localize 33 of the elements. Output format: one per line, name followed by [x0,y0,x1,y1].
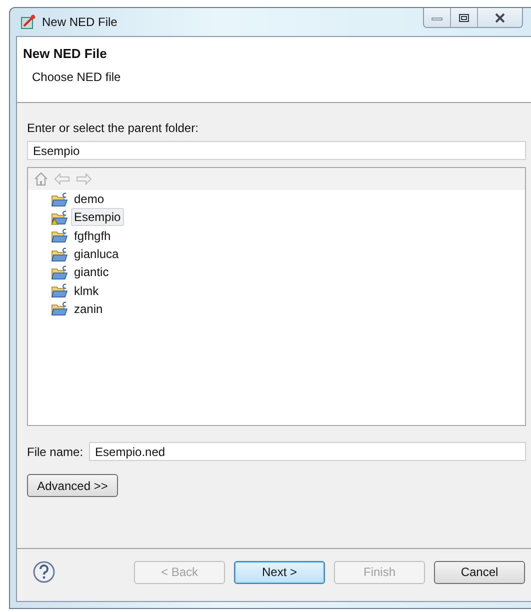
edit-icon [20,14,36,30]
advanced-button[interactable]: Advanced >> [27,474,118,497]
folder-icon [51,246,68,262]
folder-item[interactable]: demo [71,190,108,208]
maximize-button[interactable] [451,8,478,27]
folder-item[interactable]: klmk [71,282,102,300]
folder-icon [51,283,68,298]
back-arrow-icon[interactable] [54,173,70,185]
window-title: New NED File [42,15,118,29]
close-button[interactable] [478,8,522,27]
folder-item[interactable]: fgfhgfh [71,226,114,245]
folder-label: Enter or select the parent folder: [27,121,200,135]
wizard-button[interactable]: Next > [234,560,325,584]
folder-item[interactable]: zanin [71,300,106,318]
folder-icon [51,210,68,225]
folder-item[interactable]: Esempio [71,208,124,226]
folder-icon [51,264,68,280]
home-icon[interactable] [34,172,48,186]
forward-arrow-icon[interactable] [76,173,92,185]
file-name-field[interactable]: Esempio.ned [89,442,526,461]
close-icon [493,12,507,22]
maximize-icon [458,12,470,22]
folder-item[interactable]: gianluca [71,245,122,264]
folder-field[interactable]: Esempio [27,141,526,160]
folder-icon [51,192,68,207]
folder-icon [51,301,68,316]
wizard-button[interactable]: Cancel [434,560,525,584]
folder-item[interactable]: giantic [71,263,112,282]
file-name-label: File name: [27,444,84,458]
page-description: Choose NED file [32,70,122,84]
page-title: New NED File [23,46,108,61]
help-icon[interactable] [33,561,55,583]
folder-icon [51,228,68,244]
